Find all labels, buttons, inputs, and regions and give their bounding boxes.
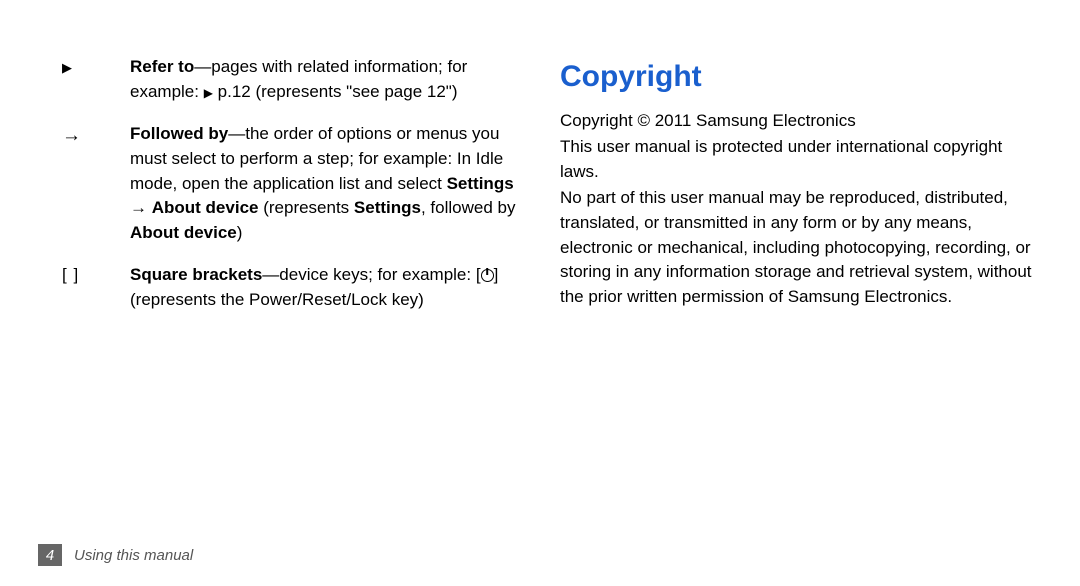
right-column: Copyright Copyright © 2011 Samsung Elect… (560, 55, 1040, 331)
arrow-right-icon: → (60, 122, 130, 245)
triangle-icon (60, 55, 130, 104)
section-title: Using this manual (74, 547, 193, 564)
copyright-para: This user manual is protected under inte… (560, 135, 1040, 184)
triangle-inline-icon (204, 82, 213, 101)
definition-refer-to: Refer to—pages with related information;… (60, 55, 520, 104)
definition-text: Refer to—pages with related information;… (130, 55, 520, 104)
brackets-symbol: [ ] (60, 263, 130, 312)
copyright-line: Copyright © 2011 Samsung Electronics (560, 109, 1040, 134)
term-label: Refer to (130, 57, 194, 76)
definition-square-brackets: [ ] Square brackets—device keys; for exa… (60, 263, 520, 312)
page-number: 4 (38, 544, 62, 566)
copyright-para: No part of this user manual may be repro… (560, 186, 1040, 309)
left-column: Refer to—pages with related information;… (60, 55, 520, 331)
page-footer: 4 Using this manual (38, 544, 193, 566)
term-label: Square brackets (130, 265, 262, 284)
definition-text: Square brackets—device keys; for example… (130, 263, 520, 312)
power-icon (481, 269, 494, 282)
definition-followed-by: → Followed by—the order of options or me… (60, 122, 520, 245)
term-label: Followed by (130, 124, 228, 143)
definition-text: Followed by—the order of options or menu… (130, 122, 520, 245)
page-body: Refer to—pages with related information;… (0, 0, 1080, 331)
copyright-heading: Copyright (560, 55, 1040, 99)
